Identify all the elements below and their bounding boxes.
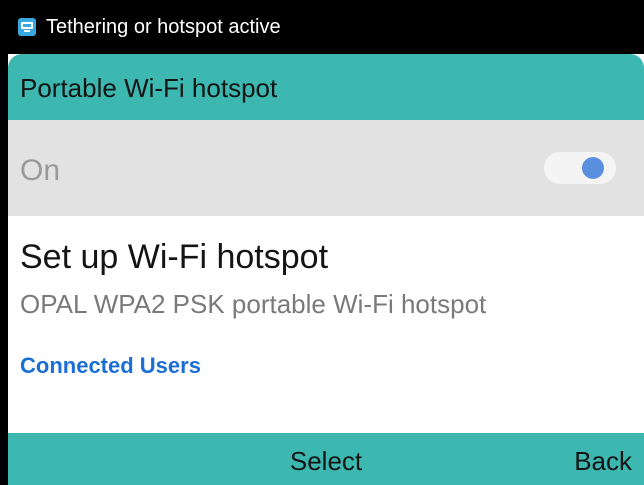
back-softkey[interactable]: Back xyxy=(574,445,632,477)
status-bar: Tethering or hotspot active xyxy=(8,0,644,54)
toggle-knob xyxy=(582,157,604,179)
hotspot-toggle-label: On xyxy=(20,154,61,187)
hotspot-toggle-switch[interactable] xyxy=(544,152,616,184)
hotspot-screen: Tethering or hotspot active Portable Wi-… xyxy=(8,0,644,485)
status-notification-text: Tethering or hotspot active xyxy=(46,16,281,38)
page-title: Portable Wi-Fi hotspot xyxy=(20,73,278,103)
hotspot-notification-icon xyxy=(18,18,36,36)
connected-users-link[interactable]: Connected Users xyxy=(20,352,201,380)
hotspot-toggle-row[interactable]: On xyxy=(8,120,644,216)
select-softkey[interactable]: Select xyxy=(8,445,644,477)
setup-hotspot-item[interactable]: Set up Wi-Fi hotspot xyxy=(20,236,328,278)
header-bar: Portable Wi-Fi hotspot xyxy=(8,54,644,120)
softkey-bar: Select Back xyxy=(8,433,644,485)
setup-hotspot-summary: OPAL WPA2 PSK portable Wi-Fi hotspot xyxy=(20,289,487,319)
